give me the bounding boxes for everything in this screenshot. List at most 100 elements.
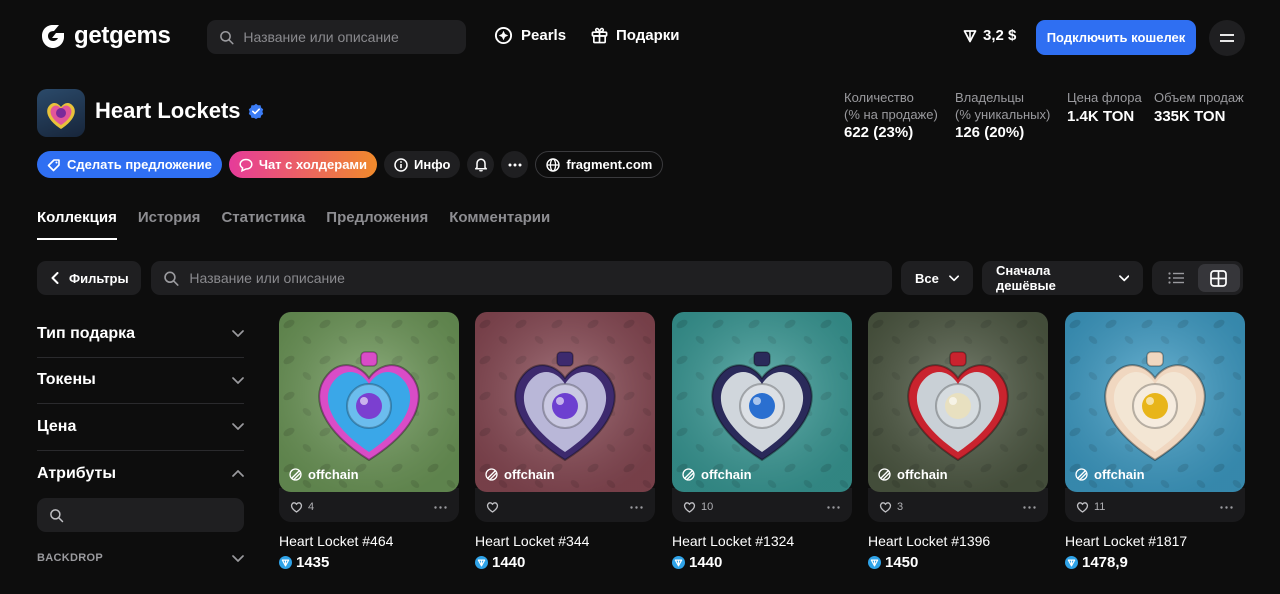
collection-search[interactable] (151, 261, 892, 295)
filter-backdrop[interactable]: BACKDROP (37, 552, 244, 564)
stat-label: Цена флора (1067, 90, 1142, 105)
collection-avatar (37, 89, 85, 137)
more-dots-icon[interactable] (630, 505, 643, 509)
menu-button[interactable] (1209, 20, 1245, 56)
grid-view-button[interactable] (1197, 264, 1240, 292)
nft-name[interactable]: Heart Locket #344 (475, 533, 655, 549)
status-dropdown[interactable]: Все (901, 261, 973, 295)
nft-name[interactable]: Heart Locket #1396 (868, 533, 1048, 549)
global-search[interactable] (207, 20, 466, 54)
nft-image[interactable]: offchain (868, 312, 1048, 492)
heart-locket-image (279, 312, 459, 492)
nav-pearls[interactable]: Pearls (494, 26, 566, 45)
nft-price: 1440 (475, 554, 655, 571)
info-button[interactable]: Инфо (384, 151, 461, 178)
nav-gifts[interactable]: Подарки (591, 26, 680, 44)
nft-price-value: 1450 (885, 554, 919, 571)
chat-icon (239, 158, 253, 172)
nft-price: 1450 (868, 554, 1048, 571)
collection-search-input[interactable] (189, 270, 892, 286)
collection-actions: Сделать предложение Чат с холдерами Инфо… (37, 151, 664, 178)
balance[interactable]: 3,2 $ (963, 27, 1016, 44)
offchain-label: offchain (504, 467, 555, 482)
sort-dropdown[interactable]: Сначала дешёвые (982, 261, 1143, 295)
collection-title: Heart Lockets (95, 98, 264, 124)
nft-name[interactable]: Heart Locket #464 (279, 533, 459, 549)
nft-price-value: 1440 (689, 554, 723, 571)
card-meta: 4 (279, 488, 459, 522)
tab-offers[interactable]: Предложения (326, 209, 428, 240)
website-link[interactable]: fragment.com (535, 151, 664, 178)
filters-toggle-button[interactable]: Фильтры (37, 261, 141, 295)
tab-comments[interactable]: Комментарии (449, 209, 550, 240)
nft-image[interactable]: offchain (1065, 312, 1245, 492)
search-icon (164, 271, 179, 286)
nft-name[interactable]: Heart Locket #1324 (672, 533, 852, 549)
like-button[interactable]: 11 (1076, 501, 1105, 513)
attribute-search-input[interactable] (72, 507, 244, 523)
ton-icon (963, 29, 977, 42)
heart-icon (879, 502, 892, 513)
nft-price: 1478,9 (1065, 554, 1245, 571)
filter-tokens[interactable]: Токены (37, 358, 244, 404)
nft-price-value: 1478,9 (1082, 554, 1128, 571)
filter-section-label: Цена (37, 417, 77, 435)
chevron-down-icon (232, 376, 244, 384)
offchain-icon (1075, 468, 1088, 481)
list-view-button[interactable] (1155, 264, 1198, 292)
nft-card[interactable]: offchain 3 Heart Locket #1396 1450 (868, 312, 1048, 571)
stat-value: 335K TON (1154, 108, 1226, 125)
filter-attributes[interactable]: Атрибуты (37, 451, 244, 498)
like-button[interactable]: 3 (879, 501, 903, 513)
tag-icon (47, 158, 60, 171)
nft-price: 1435 (279, 554, 459, 571)
global-search-input[interactable] (243, 29, 466, 45)
stat-sublabel: (% уникальных) (955, 107, 1051, 122)
like-button[interactable] (486, 501, 504, 513)
more-dots-icon[interactable] (827, 505, 840, 509)
nft-card[interactable]: offchain 4 Heart Locket #464 1435 (279, 312, 459, 571)
ton-icon (868, 556, 881, 569)
connect-wallet-button[interactable]: Подключить кошелек (1036, 20, 1196, 55)
ton-icon (475, 556, 488, 569)
nft-card[interactable]: offchain 10 Heart Locket #1324 1440 (672, 312, 852, 571)
filter-section-label: Токены (37, 371, 96, 389)
tab-statistics[interactable]: Статистика (221, 209, 305, 240)
hamburger-icon (1220, 34, 1234, 42)
tab-history[interactable]: История (138, 209, 201, 240)
attribute-search[interactable] (37, 498, 244, 532)
ton-icon (1065, 556, 1078, 569)
chevron-down-icon (1118, 274, 1129, 281)
nft-name[interactable]: Heart Locket #1817 (1065, 533, 1245, 549)
globe-icon (546, 157, 561, 172)
offchain-label: offchain (1094, 467, 1145, 482)
heart-icon (486, 502, 499, 513)
nft-image[interactable]: offchain (475, 312, 655, 492)
info-icon (394, 157, 408, 172)
logo[interactable]: getgems (38, 22, 171, 50)
heart-locket-image (475, 312, 655, 492)
nav-pearls-label: Pearls (521, 27, 567, 44)
more-dots-icon[interactable] (1023, 505, 1036, 509)
filter-gift-type[interactable]: Тип подарка (37, 311, 244, 358)
nft-card[interactable]: offchain Heart Locket #344 1440 (475, 312, 655, 571)
nft-image[interactable]: offchain (279, 312, 459, 492)
grid-icon (1210, 269, 1228, 287)
filter-price[interactable]: Цена (37, 404, 244, 451)
more-options-button[interactable] (501, 151, 529, 178)
offchain-icon (878, 468, 891, 481)
nft-card[interactable]: offchain 11 Heart Locket #1817 1478,9 (1065, 312, 1245, 571)
nft-image[interactable]: offchain (672, 312, 852, 492)
like-button[interactable]: 10 (683, 501, 713, 513)
make-offer-button[interactable]: Сделать предложение (37, 151, 222, 178)
notify-button[interactable] (467, 151, 495, 178)
tab-collection[interactable]: Коллекция (37, 209, 117, 240)
more-dots-icon[interactable] (434, 505, 447, 509)
stat-value: 622 (23%) (844, 124, 914, 141)
search-icon (220, 30, 234, 44)
ton-icon (672, 556, 685, 569)
more-dots-icon[interactable] (1220, 505, 1233, 509)
heart-locket-image (47, 103, 75, 129)
like-button[interactable]: 4 (290, 501, 314, 513)
holders-chat-button[interactable]: Чат с холдерами (228, 151, 378, 178)
